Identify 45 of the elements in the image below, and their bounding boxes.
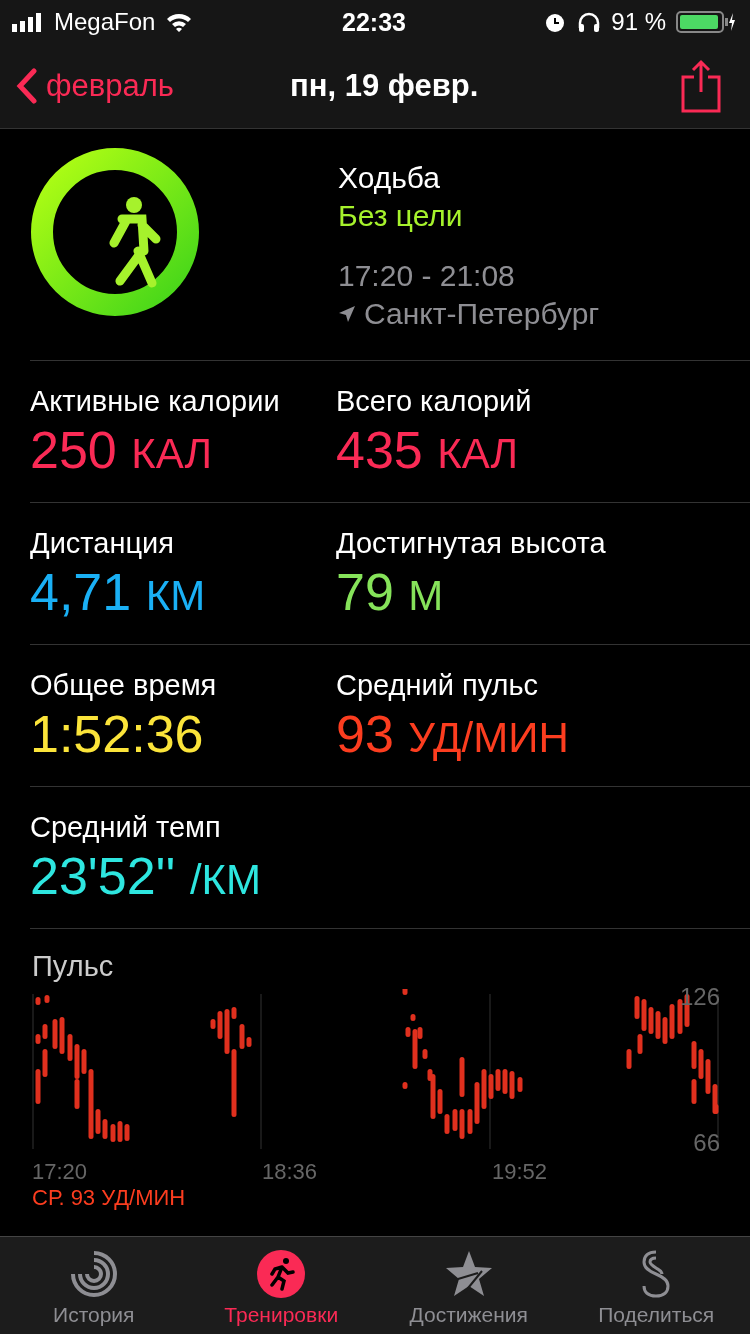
nav-title: пн, 19 февр. bbox=[289, 68, 480, 104]
share-icon[interactable] bbox=[680, 59, 722, 113]
back-link[interactable]: февраль bbox=[16, 68, 226, 104]
stat-value: 23'52'' /КМ bbox=[30, 846, 263, 907]
axis-label: 17:20 bbox=[32, 1159, 89, 1185]
workout-name: Ходьба bbox=[338, 160, 441, 196]
chevron-left-icon bbox=[16, 68, 38, 104]
tab-item[interactable]: Тренировки bbox=[187, 1237, 375, 1334]
chart-title: Пульс bbox=[32, 949, 115, 983]
back-label: февраль bbox=[46, 68, 174, 104]
tab-item[interactable]: Поделиться bbox=[562, 1237, 750, 1334]
carrier-name: MegaFon bbox=[54, 8, 156, 36]
tab-item[interactable]: Достижения bbox=[375, 1237, 563, 1334]
axis-label: 18:36 bbox=[262, 1159, 319, 1185]
status-time: 22:33 bbox=[342, 7, 406, 37]
workout-location: Санкт-Петербург bbox=[364, 296, 600, 332]
workout-goal: Без цели bbox=[338, 198, 464, 234]
signal-icon bbox=[12, 12, 44, 32]
average-heart-rate: СР. 93 УД/МИН bbox=[32, 1185, 187, 1211]
headphones-icon bbox=[577, 10, 602, 34]
walking-ring-icon bbox=[30, 147, 200, 317]
stat-label: Активные калории bbox=[30, 384, 281, 419]
axis-label: 66 bbox=[693, 1129, 720, 1157]
stat-label: Средний темп bbox=[30, 810, 222, 845]
stat-value: 79 М bbox=[336, 562, 445, 623]
workout-time: 17:20 - 21:08 bbox=[338, 258, 516, 294]
battery-icon bbox=[676, 10, 736, 34]
stat-value: 435 КАЛ bbox=[336, 420, 520, 481]
axis-label: 19:52 bbox=[492, 1159, 549, 1185]
battery-percent: 91 % bbox=[611, 8, 666, 36]
stat-value: 250 КАЛ bbox=[30, 420, 214, 481]
stat-label: Всего калорий bbox=[336, 384, 533, 419]
runner-icon bbox=[256, 1249, 307, 1299]
wifi-icon bbox=[165, 11, 194, 33]
location-arrow-icon bbox=[338, 305, 356, 323]
stat-value: 4,71 КМ bbox=[30, 562, 207, 623]
rings-icon bbox=[68, 1249, 119, 1299]
axis-label: 126 bbox=[679, 983, 720, 1011]
stat-label: Дистанция bbox=[30, 526, 175, 561]
tab-item[interactable]: История bbox=[0, 1237, 188, 1334]
stat-value: 1:52:36 bbox=[30, 704, 205, 765]
stat-label: Средний пульс bbox=[336, 668, 540, 703]
stat-label: Достигнутая высота bbox=[336, 526, 607, 561]
stat-label: Общее время bbox=[30, 668, 218, 703]
stat-value: 93 УД/МИН bbox=[336, 704, 570, 765]
